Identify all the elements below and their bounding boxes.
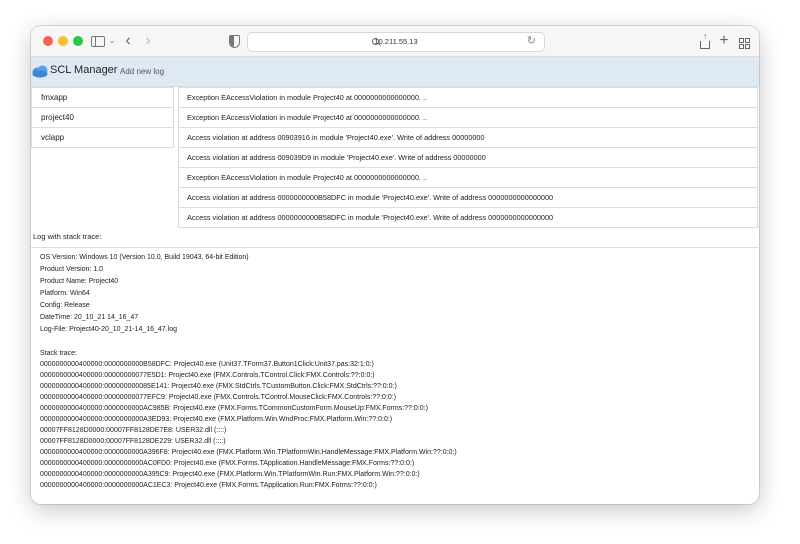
stack-trace-line: Config: Release [40, 302, 90, 309]
application-item-project40[interactable]: project40 [31, 108, 174, 128]
log-entry[interactable]: Exception EAccessViolation in module Pro… [178, 168, 758, 188]
stack-trace-line: 0000000000400000:0000000000AC985B: Proje… [40, 405, 428, 412]
share-icon[interactable]: ↑ [698, 31, 712, 51]
stack-trace-line: 00007FF8128D0000:00007FF8128DE7E8: USER3… [40, 427, 227, 434]
stack-trace-line: 00007FF8128D0000:00007FF8128DE229: USER3… [40, 438, 226, 445]
log-entry[interactable]: Access violation at address 00903916 in … [178, 128, 758, 148]
log-entry[interactable]: Access violation at address 009039D9 in … [178, 148, 758, 168]
log-entry[interactable]: Access violation at address 0000000000B5… [178, 208, 758, 228]
add-new-log-link[interactable]: Add new log [120, 57, 164, 86]
stack-trace-line: Stack trace: [40, 350, 77, 357]
stack-trace-line: 0000000000400000:0000000000A3ED93: Proje… [40, 416, 393, 423]
close-window-button[interactable] [43, 36, 53, 46]
stack-trace-line: 0000000000400000:000000000085E141: Proje… [40, 383, 397, 390]
stack-trace-line: Product Name: Project40 [40, 278, 119, 285]
zoom-window-button[interactable] [73, 36, 83, 46]
log-entry[interactable]: Exception EAccessViolation in module Pro… [178, 108, 758, 128]
stack-trace-line: 0000000000400000:0000000000B58DFC: Proje… [40, 361, 374, 368]
address-bar[interactable]: 10.211.55.13 ↻ [247, 32, 545, 52]
stack-trace-panel: OS Version: Windows 10 (Version 10.0, Bu… [31, 247, 758, 504]
stack-trace-line: 0000000000400000:0000000000AC1EC3: Proje… [40, 482, 377, 489]
stack-trace-line: 0000000000400000:00000000077E5D1: Projec… [40, 372, 375, 379]
log-list: Exception EAccessViolation in module Pro… [178, 87, 758, 228]
cloud-logo-icon [32, 65, 48, 78]
stack-trace-line: 0000000000400000:00000000077EFC9: Projec… [40, 394, 397, 401]
application-item-vclapp[interactable]: vclapp [31, 128, 174, 148]
stack-trace-line: OS Version: Windows 10 (Version 10.0, Bu… [40, 254, 249, 261]
browser-toolbar: ⌄ ‹ › 10.211.55.13 ↻ ↑ + [31, 26, 759, 57]
back-arrow-icon[interactable]: ‹ [121, 31, 135, 51]
forward-arrow-icon[interactable]: › [141, 31, 155, 51]
app-title: SCL Manager [50, 64, 118, 76]
app-header: SCL Manager Add new log [31, 57, 759, 87]
stack-trace-line: Product Version: 1.0 [40, 266, 104, 273]
new-tab-icon[interactable]: + [717, 31, 731, 51]
log-entry[interactable]: Access violation at address 0000000000B5… [178, 188, 758, 208]
stack-trace-line: Log-File: Project40-20_10_21-14_16_47.lo… [40, 326, 177, 333]
application-item-fmxapp[interactable]: fmxapp [31, 87, 174, 108]
privacy-shield-icon[interactable] [227, 31, 241, 51]
chevron-down-icon[interactable]: ⌄ [107, 31, 117, 51]
stack-trace-line: Platform: Win64 [40, 290, 90, 297]
log-entry[interactable]: Exception EAccessViolation in module Pro… [178, 87, 758, 108]
address-url: 10.211.55.13 [374, 37, 418, 46]
application-list: fmxapp project40 vclapp [31, 87, 174, 148]
tab-overview-icon[interactable] [737, 31, 751, 51]
reload-icon[interactable]: ↻ [527, 34, 536, 47]
stack-trace-label: Log with stack trace: [33, 232, 102, 241]
sidebar-toggle-icon[interactable] [89, 31, 107, 51]
stack-trace-line: 0000000000400000:0000000000A396F8: Proje… [40, 449, 457, 456]
stack-trace-line: DateTime: 20_10_21 14_16_47 [40, 314, 139, 321]
stack-trace-line: 0000000000400000:0000000000AC0FD0: Proje… [40, 460, 415, 467]
browser-window: ⌄ ‹ › 10.211.55.13 ↻ ↑ + SCL Manager Add… [31, 26, 759, 504]
stack-trace-line: 0000000000400000:0000000000A395C9: Proje… [40, 471, 420, 478]
minimize-window-button[interactable] [58, 36, 68, 46]
